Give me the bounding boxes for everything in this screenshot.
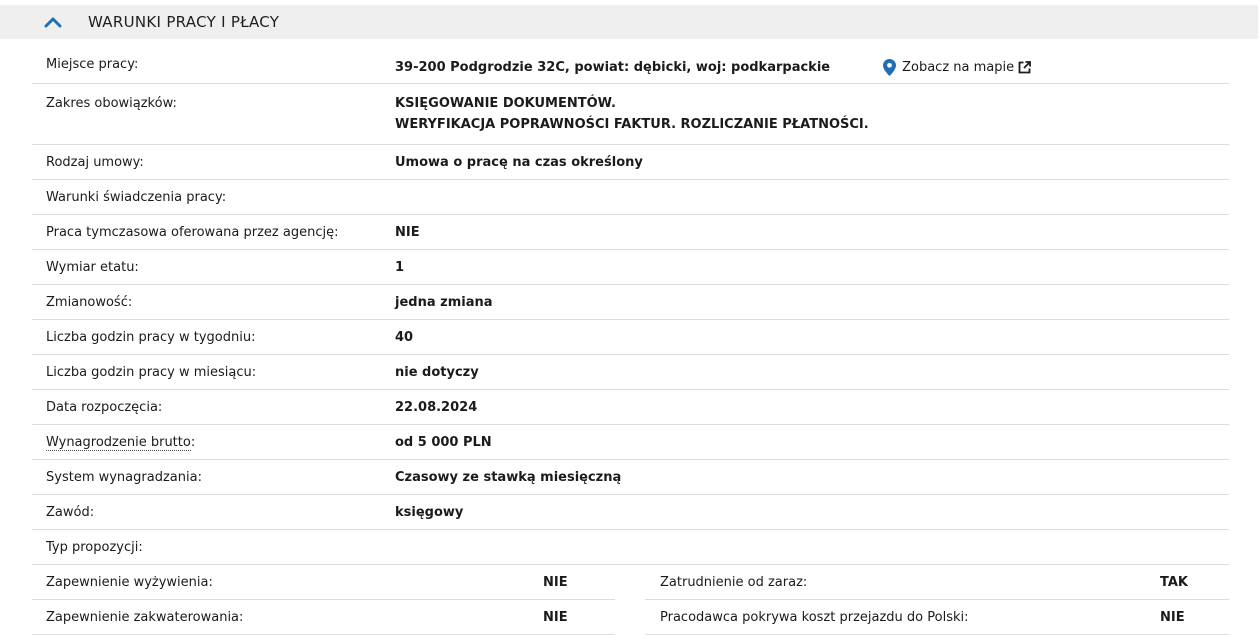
section-header-toggle[interactable]: WARUNKI PRACY I PŁACY xyxy=(0,5,1258,39)
extras-column-left: Zapewnienie wyżywienia: NIE Zapewnienie … xyxy=(32,565,615,635)
pay-system-value: Czasowy ze stawką miesięczną xyxy=(395,469,622,485)
detail-row-occupation: Zawód: księgowy xyxy=(32,495,1229,530)
section-title: WARUNKI PRACY I PŁACY xyxy=(88,13,280,31)
occupation-label: Zawód: xyxy=(46,504,95,520)
immediate-value: TAK xyxy=(1160,574,1188,590)
salary-value: od 5 000 PLN xyxy=(395,434,492,450)
fte-value: 1 xyxy=(395,259,405,275)
hours-month-label: Liczba godzin pracy w miesiącu: xyxy=(46,364,257,380)
shifts-value: jedna zmiana xyxy=(395,294,493,310)
travel-value: NIE xyxy=(1160,609,1185,625)
temp-agency-value: NIE xyxy=(395,224,420,240)
location-value: 39-200 Podgrodzie 32C, powiat: dębicki, … xyxy=(395,60,831,75)
meals-label: Zapewnienie wyżywienia: xyxy=(46,574,213,590)
shifts-label: Zmianowość: xyxy=(46,294,133,310)
housing-value: NIE xyxy=(543,609,568,625)
housing-label: Zapewnienie zakwaterowania: xyxy=(46,609,244,625)
salary-label: Wynagrodzenie brutto: xyxy=(46,434,196,451)
extra-row-immediate: Zatrudnienie od zaraz: TAK xyxy=(645,565,1229,600)
hours-month-value: nie dotyczy xyxy=(395,364,479,380)
detail-row-hours-month: Liczba godzin pracy w miesiącu: nie doty… xyxy=(32,355,1229,390)
extra-row-housing: Zapewnienie zakwaterowania: NIE xyxy=(32,600,615,635)
map-pin-icon xyxy=(883,59,897,76)
start-date-value: 22.08.2024 xyxy=(395,399,478,415)
fte-label: Wymiar etatu: xyxy=(46,259,139,275)
duties-label: Zakres obowiązków: xyxy=(46,96,177,111)
meals-value: NIE xyxy=(543,574,568,590)
extra-row-meals: Zapewnienie wyżywienia: NIE xyxy=(32,565,615,600)
salary-tooltip-term[interactable]: Wynagrodzenie brutto xyxy=(46,434,191,451)
contract-type-value: Umowa o pracę na czas określony xyxy=(395,154,643,170)
hours-week-label: Liczba godzin pracy w tygodniu: xyxy=(46,329,256,345)
location-label: Miejsce pracy: xyxy=(46,57,139,72)
extra-row-travel: Pracodawca pokrywa koszt przejazdu do Po… xyxy=(645,600,1229,635)
external-link-icon xyxy=(1018,61,1032,74)
detail-row-location: Miejsce pracy: 39-200 Podgrodzie 32C, po… xyxy=(32,46,1229,84)
start-date-label: Data rozpoczęcia: xyxy=(46,399,163,415)
detail-row-contract-type: Rodzaj umowy: Umowa o pracę na czas okre… xyxy=(32,145,1229,180)
detail-row-pay-system: System wynagradzania: Czasowy ze stawką … xyxy=(32,460,1229,495)
extras-grid: Zapewnienie wyżywienia: NIE Zapewnienie … xyxy=(32,565,1229,635)
duties-line-1: KSIĘGOWANIE DOKUMENTÓW. xyxy=(395,96,616,111)
detail-row-start-date: Data rozpoczęcia: 22.08.2024 xyxy=(32,390,1229,425)
details-list: Miejsce pracy: 39-200 Podgrodzie 32C, po… xyxy=(32,46,1229,635)
detail-row-duties: Zakres obowiązków: KSIĘGOWANIE DOKUMENTÓ… xyxy=(32,84,1229,145)
map-link-label: Zobacz na mapie xyxy=(902,60,1015,75)
detail-row-fte: Wymiar etatu: 1 xyxy=(32,250,1229,285)
hours-week-value: 40 xyxy=(395,329,414,345)
detail-row-salary: Wynagrodzenie brutto: od 5 000 PLN xyxy=(32,425,1229,460)
travel-label: Pracodawca pokrywa koszt przejazdu do Po… xyxy=(660,609,969,625)
detail-row-hours-week: Liczba godzin pracy w tygodniu: 40 xyxy=(32,320,1229,355)
detail-row-temp-agency: Praca tymczasowa oferowana przez agencję… xyxy=(32,215,1229,250)
extras-column-right: Zatrudnienie od zaraz: TAK Pracodawca po… xyxy=(645,565,1229,635)
contract-type-label: Rodzaj umowy: xyxy=(46,154,144,170)
immediate-label: Zatrudnienie od zaraz: xyxy=(660,574,808,590)
occupation-value: księgowy xyxy=(395,504,464,520)
map-link[interactable]: Zobacz na mapie xyxy=(883,57,1032,78)
chevron-up-icon[interactable] xyxy=(42,11,64,33)
detail-row-shifts: Zmianowość: jedna zmiana xyxy=(32,285,1229,320)
offer-type-label: Typ propozycji: xyxy=(46,539,143,555)
duties-line-2: WERYFIKACJA POPRAWNOŚCI FAKTUR. ROZLICZA… xyxy=(395,117,869,132)
pay-system-label: System wynagradzania: xyxy=(46,469,202,485)
detail-row-offer-type: Typ propozycji: xyxy=(32,530,1229,565)
temp-agency-label: Praca tymczasowa oferowana przez agencję… xyxy=(46,224,339,240)
detail-row-work-conditions: Warunki świadczenia pracy: xyxy=(32,180,1229,215)
work-conditions-label: Warunki świadczenia pracy: xyxy=(46,189,227,205)
